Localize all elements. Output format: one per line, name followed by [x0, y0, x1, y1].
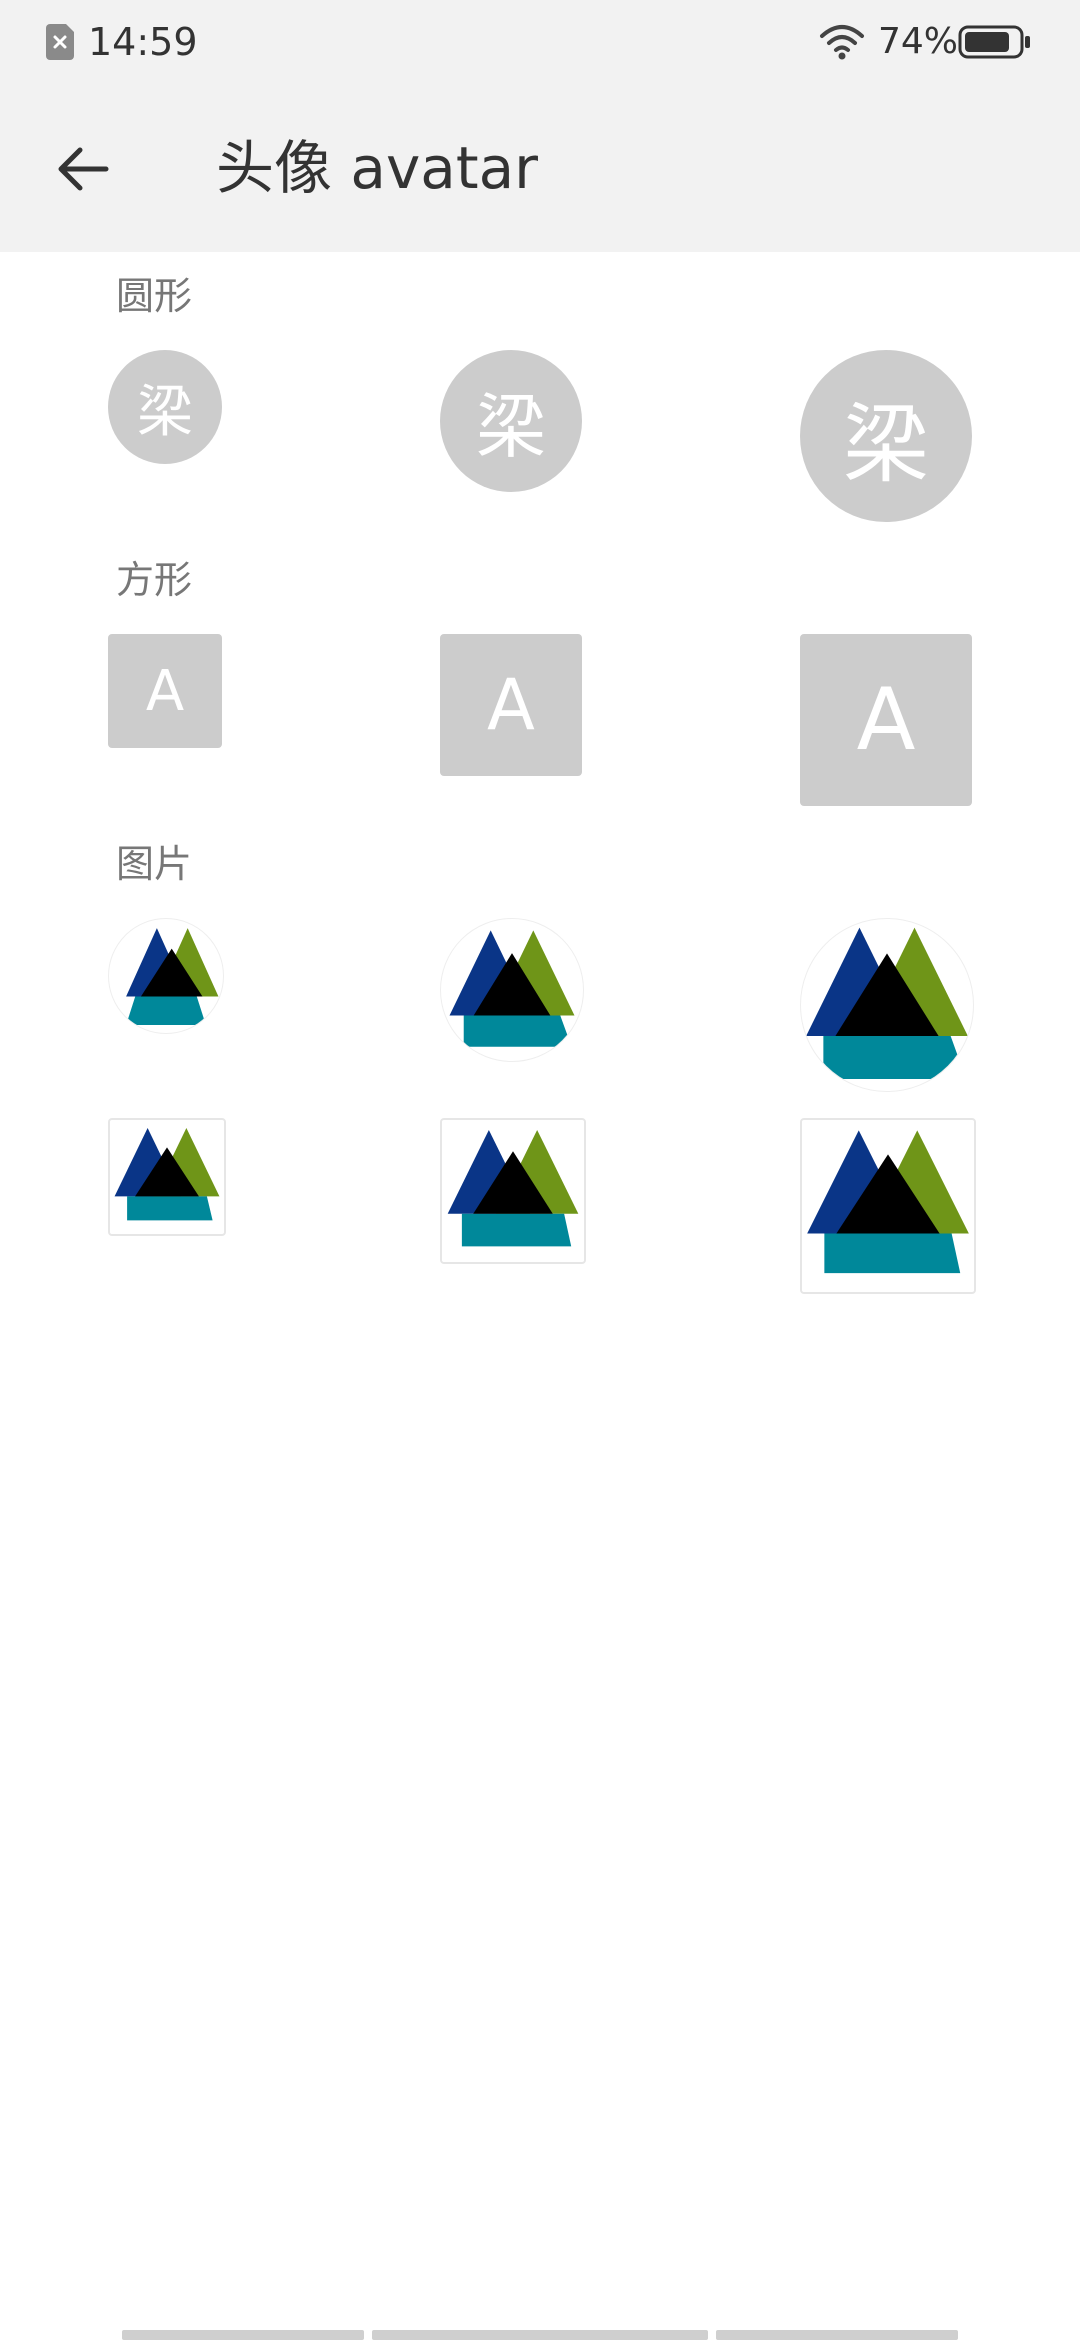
avatar-square-small: A: [108, 634, 222, 748]
avatar-circle-medium: 梁: [440, 350, 582, 492]
battery-percentage: 74%: [878, 21, 959, 62]
sim-error-icon: [46, 24, 74, 60]
avatar-circle-small: 梁: [108, 350, 222, 464]
avatar-image-square-small: [108, 1118, 226, 1236]
avatar-text: A: [145, 658, 185, 724]
avatar-square-medium: A: [440, 634, 582, 776]
avatar-image-circle-small: [108, 918, 224, 1034]
avatar-square-large: A: [800, 634, 972, 806]
triangle-logo-icon: [449, 930, 575, 1047]
status-bar: 14:59 74%: [0, 0, 1080, 84]
triangle-logo-icon: [447, 1129, 579, 1247]
avatar-image-square-large: [800, 1118, 976, 1294]
avatar-image-circle-medium: [440, 918, 584, 1062]
battery-icon: [958, 25, 1030, 59]
avatar-text: 梁: [843, 394, 929, 495]
triangle-logo-icon: [806, 927, 968, 1079]
avatar-text: A: [856, 670, 916, 770]
arrow-left-icon[interactable]: [52, 138, 114, 200]
avatar-text: 梁: [137, 379, 193, 445]
section-title-circle: 圆形: [116, 274, 193, 318]
avatar-text: A: [487, 664, 535, 746]
avatar-text: 梁: [476, 385, 546, 468]
page-title: 头像 avatar: [216, 134, 538, 202]
section-title-square: 方形: [116, 558, 193, 602]
wifi-icon: [820, 25, 864, 60]
avatar-image-square-medium: [440, 1118, 586, 1264]
nav-hint-bar: [372, 2330, 708, 2340]
avatar-circle-large: 梁: [800, 350, 972, 522]
triangle-logo-icon: [807, 1130, 969, 1274]
nav-hint-bar: [122, 2330, 364, 2340]
status-time: 14:59: [88, 20, 198, 64]
nav-hint-bar: [716, 2330, 958, 2340]
triangle-logo-icon: [114, 1127, 220, 1221]
section-title-image: 图片: [116, 842, 193, 886]
app-bar: 头像 avatar: [0, 84, 1080, 252]
triangle-logo-icon: [126, 928, 219, 1026]
avatar-image-circle-large: [800, 918, 974, 1092]
